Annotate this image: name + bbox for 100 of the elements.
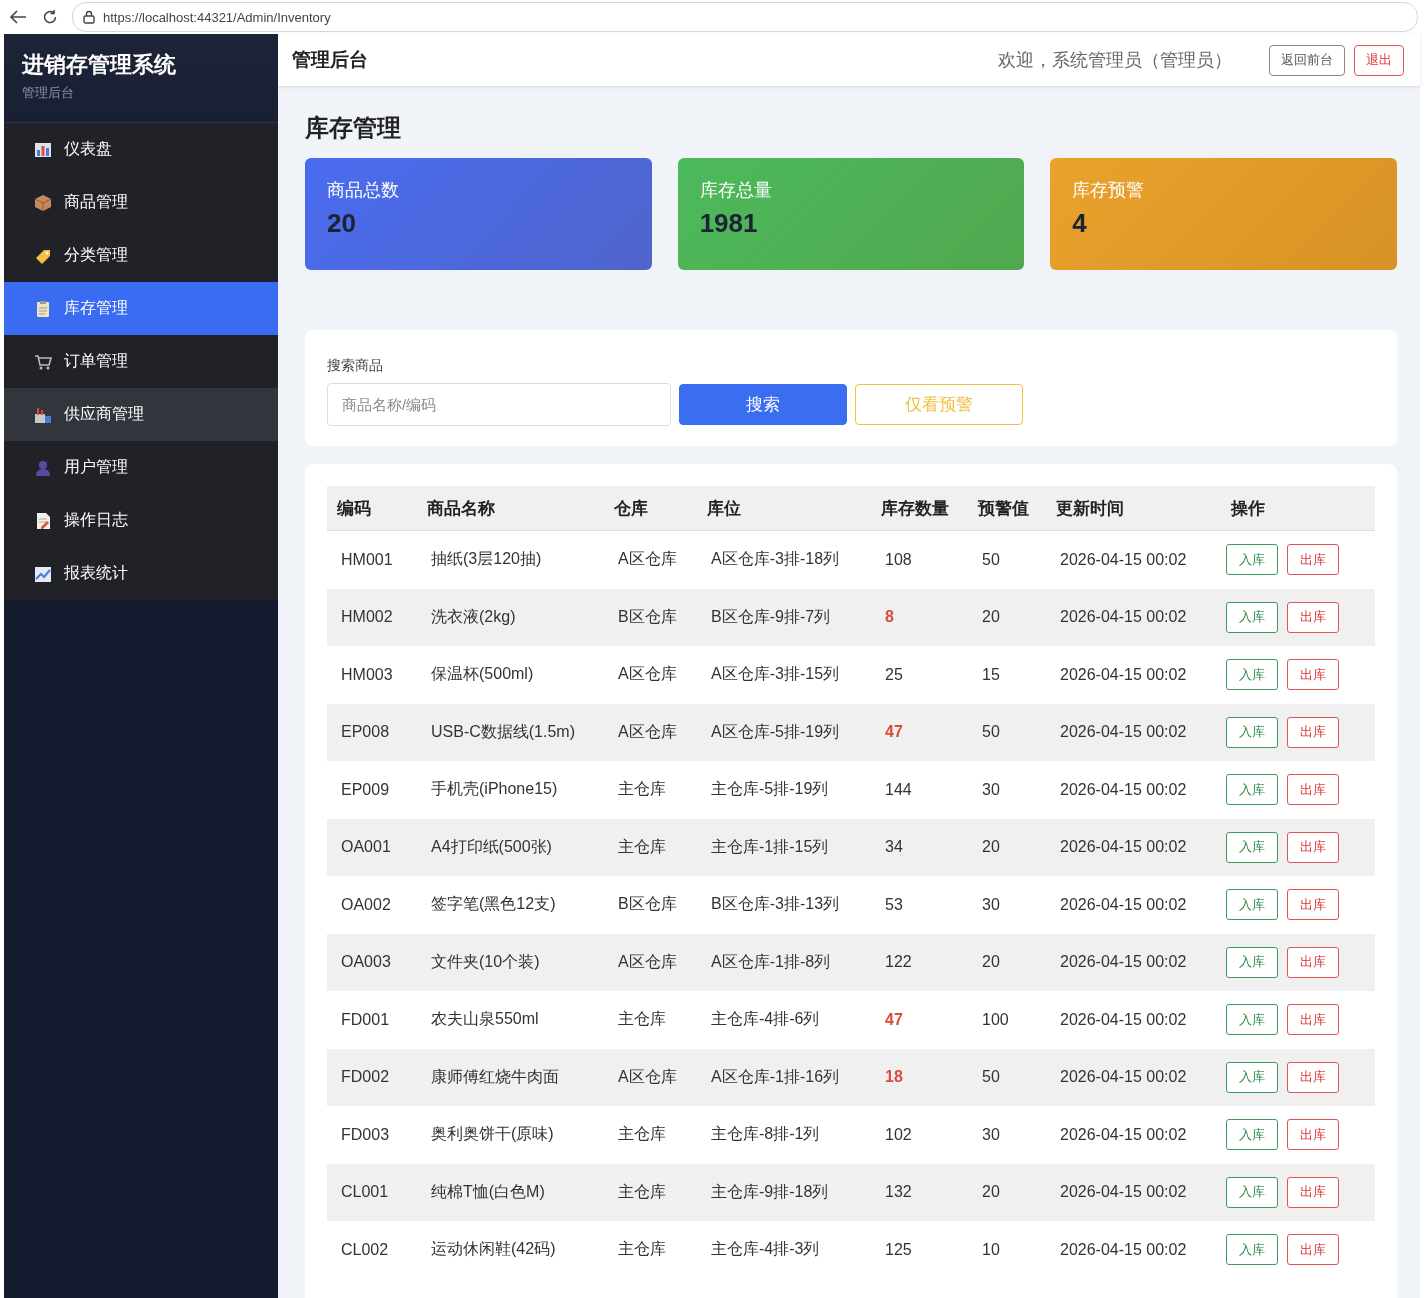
url-text: https://localhost:44321/Admin/Inventory <box>103 9 331 25</box>
table-cell-text: 47 <box>884 723 904 742</box>
stock-in-button[interactable]: 入库 <box>1226 1234 1278 1266</box>
table-cell-text: B区仓库 <box>617 894 678 915</box>
header-title: 管理后台 <box>292 48 369 72</box>
stock-in-button[interactable]: 入库 <box>1226 716 1278 748</box>
stock-in-button[interactable]: 入库 <box>1226 1004 1278 1036</box>
return-button[interactable]: 返回前台 <box>1269 44 1345 76</box>
sidebar-item[interactable]: 报表统计 <box>4 547 278 600</box>
table-cell-text: 签字笔(黑色12支) <box>430 894 557 915</box>
stock-out-button[interactable]: 出库 <box>1287 659 1339 691</box>
logout-button[interactable]: 退出 <box>1354 44 1404 76</box>
stock-in-button[interactable]: 入库 <box>1226 1176 1278 1208</box>
table-cell-text: B区仓库-3排-13列 <box>710 894 841 915</box>
back-icon[interactable] <box>8 9 28 25</box>
table-cell-text: 2026-04-15 00:02 <box>1059 665 1188 684</box>
stock-in-button[interactable]: 入库 <box>1226 889 1278 921</box>
table-cell-text: 2026-04-15 00:02 <box>1059 780 1188 799</box>
table-cell-text: USB-C数据线(1.5m) <box>430 721 576 742</box>
sidebar-item[interactable]: 分类管理 <box>4 229 278 282</box>
table-cell-text: 手机壳(iPhone15) <box>430 779 559 800</box>
table-cell-text: 15 <box>981 665 1001 684</box>
stock-in-button[interactable]: 入库 <box>1226 774 1278 806</box>
lock-icon[interactable] <box>83 10 95 24</box>
table-cell-text: FD003 <box>340 1125 391 1144</box>
stat-value: 1981 <box>699 208 759 239</box>
table-cell-text: 主仓库-4排-6列 <box>710 1009 821 1030</box>
table-cell-text: 主仓库 <box>617 1239 667 1260</box>
table-cell-text: 2026-04-15 00:02 <box>1059 723 1188 742</box>
address-bar[interactable]: https://localhost:44321/Admin/Inventory <box>72 2 1418 32</box>
stock-out-button[interactable]: 出库 <box>1287 716 1339 748</box>
table-cell-text: A区仓库 <box>617 664 678 685</box>
stat-value: 20 <box>327 208 357 239</box>
column-header: 操作 <box>1229 497 1266 520</box>
table-cell-text: 108 <box>884 550 913 569</box>
stock-in-button[interactable]: 入库 <box>1226 1119 1278 1151</box>
sidebar-item[interactable]: 仪表盘 <box>4 123 278 176</box>
table-cell-text: OA001 <box>340 838 392 857</box>
table-cell-text: 保温杯(500ml) <box>430 664 535 685</box>
search-field[interactable]: 商品名称/编码 <box>327 383 671 426</box>
table-cell-text: 30 <box>981 895 1001 914</box>
table-cell-text: 主仓库-5排-19列 <box>710 779 830 800</box>
sidebar-item[interactable]: 订单管理 <box>4 335 278 388</box>
table-cell-text: 50 <box>981 550 1001 569</box>
sidebar-item[interactable]: 用户管理 <box>4 441 278 494</box>
table-cell-text: 2026-04-15 00:02 <box>1059 953 1188 972</box>
sidebar-item[interactable]: 库存管理 <box>4 282 278 335</box>
stock-in-button[interactable]: 入库 <box>1226 1061 1278 1093</box>
stock-in-button[interactable]: 入库 <box>1226 544 1278 576</box>
stock-out-button[interactable]: 出库 <box>1287 1234 1339 1266</box>
table-cell-text: 100 <box>981 1010 1010 1029</box>
table-cell-text: EP009 <box>340 780 391 799</box>
table-cell-text: 125 <box>884 1240 913 1259</box>
stock-out-button[interactable]: 出库 <box>1287 1119 1339 1151</box>
table-cell-text: A区仓库 <box>617 951 678 972</box>
sidebar-item[interactable]: 操作日志 <box>4 494 278 547</box>
stock-out-button[interactable]: 出库 <box>1287 1004 1339 1036</box>
app-title: 进销存管理系统 <box>22 51 177 79</box>
table-cell-text: 主仓库-8排-1列 <box>710 1124 821 1145</box>
menu-icon <box>34 564 52 583</box>
stock-out-button[interactable]: 出库 <box>1287 544 1339 576</box>
table-cell-text: 2026-04-15 00:02 <box>1059 838 1188 857</box>
table-cell-text: 18 <box>884 1068 904 1087</box>
column-header: 仓库 <box>613 497 649 520</box>
reload-icon[interactable] <box>42 9 58 25</box>
table-cell-text: A4打印纸(500张) <box>430 836 553 857</box>
stock-in-button[interactable]: 入库 <box>1226 946 1278 978</box>
table-cell-text: HM003 <box>340 665 394 684</box>
stock-in-button[interactable]: 入库 <box>1226 601 1278 633</box>
stock-out-button[interactable]: 出库 <box>1287 889 1339 921</box>
table-cell-text: 抽纸(3层120抽) <box>430 549 543 570</box>
app-subtitle: 管理后台 <box>22 84 75 102</box>
stock-in-button[interactable]: 入库 <box>1226 659 1278 691</box>
stock-out-button[interactable]: 出库 <box>1287 831 1339 863</box>
table-cell-text: 10 <box>981 1240 1001 1259</box>
menu-icon <box>34 458 52 477</box>
table-cell-text: 2026-04-15 00:02 <box>1059 1068 1188 1087</box>
search-button[interactable]: 搜索 <box>679 384 847 425</box>
table-cell-text: 2026-04-15 00:02 <box>1059 608 1188 627</box>
stock-in-button[interactable]: 入库 <box>1226 831 1278 863</box>
table-cell-text: B区仓库-9排-7列 <box>710 606 832 627</box>
stock-out-button[interactable]: 出库 <box>1287 946 1339 978</box>
column-header: 库存数量 <box>880 497 950 520</box>
table-cell-text: A区仓库-1排-16列 <box>710 1066 841 1087</box>
table-cell-text: 20 <box>981 608 1001 627</box>
table-cell-text: 30 <box>981 1125 1001 1144</box>
menu-icon <box>34 193 52 212</box>
stock-out-button[interactable]: 出库 <box>1287 1061 1339 1093</box>
sidebar-item[interactable]: 供应商管理 <box>4 388 278 441</box>
stock-out-button[interactable]: 出库 <box>1287 1176 1339 1208</box>
table-cell-text: 奥利奥饼干(原味) <box>430 1124 555 1145</box>
stock-out-button[interactable]: 出库 <box>1287 774 1339 806</box>
table-cell-text: 康师傅红烧牛肉面 <box>430 1066 560 1087</box>
stat-label: 库存预警 <box>1072 179 1146 202</box>
table-cell-text: A区仓库-3排-15列 <box>710 664 841 685</box>
table-cell-text: 102 <box>884 1125 913 1144</box>
stock-out-button[interactable]: 出库 <box>1287 601 1339 633</box>
sidebar-item[interactable]: 商品管理 <box>4 176 278 229</box>
column-header: 预警值 <box>976 497 1030 520</box>
table-cell-text: 文件夹(10个装) <box>430 951 541 972</box>
